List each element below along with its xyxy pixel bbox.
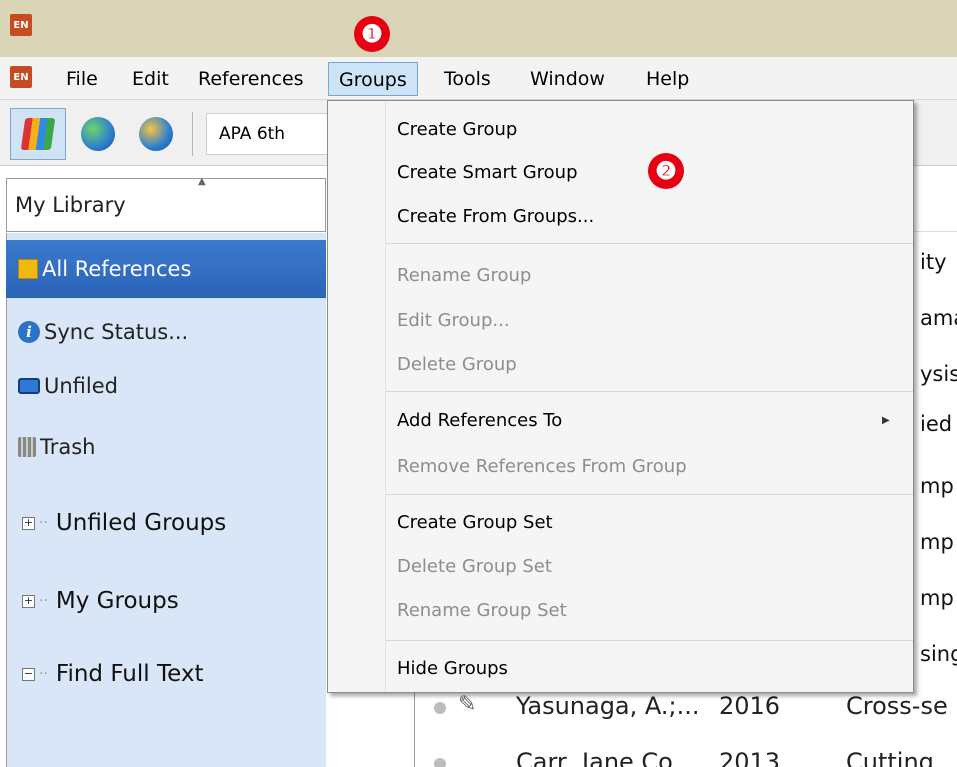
group-set-find-full-text[interactable]: − ·· Find Full Text — [22, 661, 204, 687]
group-set-unfiled-groups[interactable]: + ·· Unfiled Groups — [22, 510, 226, 536]
read-status-icon — [434, 758, 446, 767]
group-all-references[interactable]: All References — [6, 240, 326, 298]
info-icon: i — [18, 321, 40, 343]
menu-separator — [386, 494, 913, 495]
endnote-menu-icon[interactable]: EN — [10, 66, 32, 88]
toolbar-divider — [192, 112, 193, 156]
group-label: Unfiled — [44, 374, 118, 398]
menu-item-remove-references: Remove References From Group — [397, 456, 687, 477]
menu-item-delete-group: Delete Group — [397, 354, 517, 375]
group-label: All References — [42, 257, 192, 281]
integrated-library-mode-button[interactable] — [128, 108, 184, 160]
local-library-mode-button[interactable] — [10, 108, 66, 160]
ref-title-fragment: ity — [920, 250, 947, 274]
ref-title-fragment: mp — [920, 474, 954, 498]
sort-caret-icon: ▲ — [198, 176, 206, 187]
online-search-mode-button[interactable] — [70, 108, 126, 160]
group-set-my-groups[interactable]: + ·· My Groups — [22, 588, 179, 614]
menu-item-delete-group-set: Delete Group Set — [397, 556, 552, 577]
globe-icon — [81, 117, 115, 151]
folder-icon — [18, 378, 40, 394]
book-icon — [18, 259, 38, 279]
menu-item-rename-group: Rename Group — [397, 265, 532, 286]
local-library-icon — [20, 118, 56, 150]
expand-icon[interactable]: + — [22, 594, 35, 608]
group-label: Sync Status... — [44, 320, 189, 344]
menu-item-add-references-to[interactable]: Add References To — [397, 410, 562, 431]
ref-title: Cross-se — [846, 692, 948, 720]
read-status-icon — [434, 702, 446, 714]
output-style-select[interactable]: APA 6th — [206, 113, 328, 155]
step-1-badge: ❶ — [354, 16, 390, 52]
step-2-badge: ❷ — [648, 153, 684, 189]
menu-groups[interactable]: Groups — [328, 62, 418, 96]
ref-year: 2013 — [719, 748, 781, 767]
group-sync-status[interactable]: i Sync Status... — [6, 303, 326, 361]
menu-icon-gutter — [385, 101, 386, 692]
menu-window[interactable]: Window — [520, 62, 615, 96]
group-set-label: My Groups — [55, 588, 179, 614]
ref-title-fragment: mp — [920, 586, 954, 610]
ref-title-fragment: mp — [920, 530, 954, 554]
group-set-label: Unfiled Groups — [55, 510, 227, 536]
ref-title-fragment: ysis — [920, 362, 957, 386]
menu-item-edit-group: Edit Group... — [397, 310, 510, 331]
ref-title-fragment: ied — [920, 412, 953, 436]
expand-icon[interactable]: + — [22, 516, 35, 530]
group-label: Trash — [40, 435, 96, 459]
ref-author: Yasunaga, A.;... — [516, 692, 700, 720]
submenu-arrow-icon: ▶ — [882, 415, 890, 426]
group-trash[interactable]: Trash — [6, 418, 326, 476]
attachment-icon: ✎ — [458, 692, 477, 717]
menu-separator — [386, 640, 913, 641]
menu-item-create-group-set[interactable]: Create Group Set — [397, 512, 553, 533]
menu-file[interactable]: File — [56, 62, 108, 96]
group-unfiled[interactable]: Unfiled — [6, 357, 326, 415]
menu-item-hide-groups[interactable]: Hide Groups — [397, 658, 508, 679]
menu-tools[interactable]: Tools — [434, 62, 501, 96]
menu-help[interactable]: Help — [636, 62, 699, 96]
ref-author: Carr, Jane Co... — [516, 748, 696, 767]
group-set-label: Find Full Text — [55, 661, 204, 687]
menu-item-create-smart-group[interactable]: Create Smart Group — [397, 162, 578, 183]
integrated-library-icon — [139, 117, 173, 151]
menu-separator — [386, 391, 913, 392]
menu-item-create-group[interactable]: Create Group — [397, 119, 517, 140]
collapse-icon[interactable]: − — [22, 667, 35, 681]
endnote-app-icon[interactable]: EN — [10, 14, 32, 36]
ref-title-fragment: ama — [920, 306, 957, 330]
trash-icon — [18, 437, 36, 457]
menu-edit[interactable]: Edit — [122, 62, 179, 96]
menu-references[interactable]: References — [188, 62, 314, 96]
ref-year: 2016 — [719, 692, 781, 720]
ref-title: Cutting — [846, 748, 934, 767]
library-selector[interactable]: My Library — [6, 178, 326, 232]
menu-item-create-from-groups[interactable]: Create From Groups... — [397, 206, 594, 227]
menu-item-rename-group-set: Rename Group Set — [397, 600, 567, 621]
title-bar — [0, 0, 957, 57]
menu-separator — [386, 243, 913, 244]
ref-title-fragment: sing — [920, 642, 957, 666]
